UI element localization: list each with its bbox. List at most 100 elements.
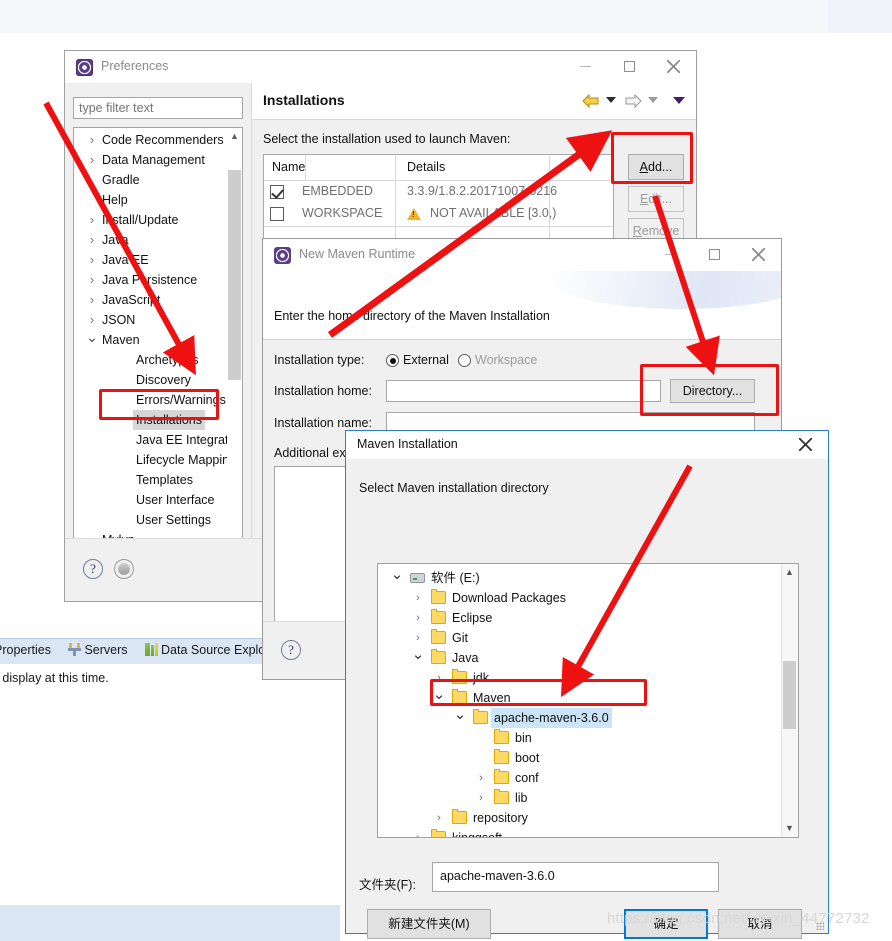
folder-tree-item[interactable]: › conf xyxy=(378,768,781,788)
chevron-right-icon[interactable]: › xyxy=(86,290,98,310)
chevron-down-icon[interactable]: ⌄ xyxy=(390,567,404,582)
sidebar-item-install-update[interactable]: › Install/Update xyxy=(74,210,226,230)
folder-tree-item[interactable]: boot xyxy=(378,748,781,768)
chevron-down-icon[interactable]: ⌄ xyxy=(453,707,467,722)
chevron-right-icon[interactable]: › xyxy=(411,588,425,608)
table-row[interactable]: WORKSPACE NOT AVAILABLE [3.0,) xyxy=(264,204,613,226)
folder-tree-item[interactable]: ⌄ apache-maven-3.6.0 xyxy=(378,707,781,728)
forward-arrow-icon[interactable] xyxy=(624,93,642,109)
nmr-maximize-button[interactable] xyxy=(693,239,737,271)
help-icon[interactable]: ? xyxy=(83,559,103,579)
folder-tree-item[interactable]: › kinggsoft xyxy=(378,828,781,837)
sidebar-item-java-ee-integration[interactable]: Java EE Integration xyxy=(74,430,242,450)
sidebar-item-gradle[interactable]: Gradle xyxy=(74,170,226,190)
folder-icon xyxy=(494,769,509,784)
nmr-help-icon[interactable]: ? xyxy=(281,640,301,660)
scroll-down-icon[interactable]: ▼ xyxy=(782,820,797,837)
preferences-tree[interactable]: › Code Recommenders › Data Management Gradle… xyxy=(73,127,243,575)
new-folder-button[interactable]: 新建文件夹(M) xyxy=(367,909,491,939)
mi-titlebar: Maven Installation xyxy=(346,431,828,459)
preferences-title: Preferences xyxy=(101,59,169,73)
preferences-close-button[interactable] xyxy=(652,51,696,83)
table-row[interactable]: EMBEDDED 3.3.9/1.8.2.20171007-0216 xyxy=(264,182,613,204)
scroll-up-icon[interactable]: ▲ xyxy=(227,128,242,144)
sidebar-item-discovery[interactable]: Discovery xyxy=(74,370,226,390)
sidebar-item-java-ee[interactable]: › Java EE xyxy=(74,250,226,270)
back-arrow-icon[interactable] xyxy=(582,93,600,109)
radio-workspace[interactable] xyxy=(458,354,471,367)
installation-home-input[interactable] xyxy=(386,380,661,402)
sidebar-item-archetypes[interactable]: Archetypes xyxy=(74,350,226,370)
folder-icon xyxy=(494,749,509,764)
tab-data-source-explorer[interactable]: Data Source Explo xyxy=(161,643,265,657)
scroll-thumb[interactable] xyxy=(228,170,241,380)
chevron-right-icon[interactable]: › xyxy=(411,828,425,837)
chevron-down-icon[interactable]: ⌄ xyxy=(86,330,98,344)
sidebar-item-json[interactable]: › JSON xyxy=(74,310,226,330)
apply-icon[interactable] xyxy=(114,559,134,579)
folder-tree-item[interactable]: › Download Packages xyxy=(378,588,781,608)
folder-name-input[interactable]: apache-maven-3.6.0 xyxy=(432,862,719,892)
view-menu-caret-icon[interactable] xyxy=(673,97,685,104)
sidebar-item-label: Java Persistence xyxy=(102,273,198,287)
sidebar-item-java[interactable]: › Java xyxy=(74,230,226,250)
chevron-right-icon[interactable]: › xyxy=(86,230,98,250)
chevron-right-icon[interactable]: › xyxy=(86,210,98,230)
sidebar-item-templates[interactable]: Templates xyxy=(74,470,226,490)
preferences-tree-scrollbar[interactable]: ▲ ▼ xyxy=(227,128,242,574)
sidebar-item-user-settings[interactable]: User Settings xyxy=(74,510,226,530)
row-checkbox[interactable] xyxy=(270,207,284,221)
page-title: Installations xyxy=(263,92,345,108)
folder-icon xyxy=(494,789,509,804)
nmr-minimize-button[interactable] xyxy=(649,239,693,271)
folder-tree-item[interactable]: bin xyxy=(378,728,781,748)
folder-icon xyxy=(494,729,509,744)
watermark: https://blog.csdn.net/weixin_44772732 xyxy=(607,910,870,927)
scroll-thumb[interactable] xyxy=(783,661,796,729)
table-header-name[interactable]: Name xyxy=(272,155,307,180)
folder-tree-item-label: lib xyxy=(515,791,528,805)
sidebar-item-javascript[interactable]: › JavaScript xyxy=(74,290,226,310)
chevron-right-icon[interactable]: › xyxy=(86,130,98,150)
preferences-maximize-button[interactable] xyxy=(608,51,652,83)
forward-dropdown-caret-icon[interactable] xyxy=(648,97,658,103)
filter-input[interactable] xyxy=(73,97,243,119)
chevron-right-icon[interactable]: › xyxy=(474,788,488,808)
sidebar-item-lifecycle-mapping[interactable]: Lifecycle Mapping xyxy=(74,450,236,470)
folder-tree-item[interactable]: › repository xyxy=(378,808,781,828)
row-checkbox[interactable] xyxy=(270,185,284,199)
folder-tree-item[interactable]: ⌄ Java xyxy=(378,647,781,668)
sidebar-item-label: User Interface xyxy=(136,493,215,507)
annotation-box-installations xyxy=(99,389,219,420)
sidebar-item-data-management[interactable]: › Data Management xyxy=(74,150,226,170)
radio-external[interactable] xyxy=(386,354,399,367)
sidebar-item-user-interface[interactable]: User Interface xyxy=(74,490,226,510)
chevron-right-icon[interactable]: › xyxy=(86,310,98,330)
chevron-right-icon[interactable]: › xyxy=(86,250,98,270)
table-header-details[interactable]: Details xyxy=(407,155,445,180)
chevron-right-icon[interactable]: › xyxy=(86,270,98,290)
folder-tree-item[interactable]: ⌄ 软件 (E:) xyxy=(378,567,781,588)
chevron-right-icon[interactable]: › xyxy=(432,808,446,828)
sidebar-item-code-recommenders[interactable]: › Code Recommenders xyxy=(74,130,226,150)
preferences-minimize-button[interactable] xyxy=(564,51,608,83)
scroll-up-icon[interactable]: ▲ xyxy=(782,564,797,581)
chevron-right-icon[interactable]: › xyxy=(411,628,425,648)
sidebar-item-help[interactable]: Help xyxy=(74,190,226,210)
mi-close-button[interactable] xyxy=(784,431,828,458)
folder-tree-scrollbar[interactable]: ▲ ▼ xyxy=(781,564,798,837)
nmr-close-button[interactable] xyxy=(737,239,781,271)
chevron-right-icon[interactable]: › xyxy=(86,150,98,170)
chevron-down-icon[interactable]: ⌄ xyxy=(411,647,425,662)
warning-icon xyxy=(407,208,421,220)
folder-tree-item[interactable]: › Git xyxy=(378,628,781,648)
tab-servers[interactable]: Servers xyxy=(84,643,127,657)
tab-properties[interactable]: Properties xyxy=(0,643,51,657)
back-dropdown-caret-icon[interactable] xyxy=(606,97,616,103)
chevron-right-icon[interactable]: › xyxy=(411,608,425,628)
folder-tree-item[interactable]: › Eclipse xyxy=(378,608,781,628)
sidebar-item-maven[interactable]: ⌄ Maven xyxy=(74,330,226,350)
chevron-right-icon[interactable]: › xyxy=(474,768,488,788)
folder-tree-item[interactable]: › lib xyxy=(378,788,781,808)
sidebar-item-java-persistence[interactable]: › Java Persistence xyxy=(74,270,226,290)
